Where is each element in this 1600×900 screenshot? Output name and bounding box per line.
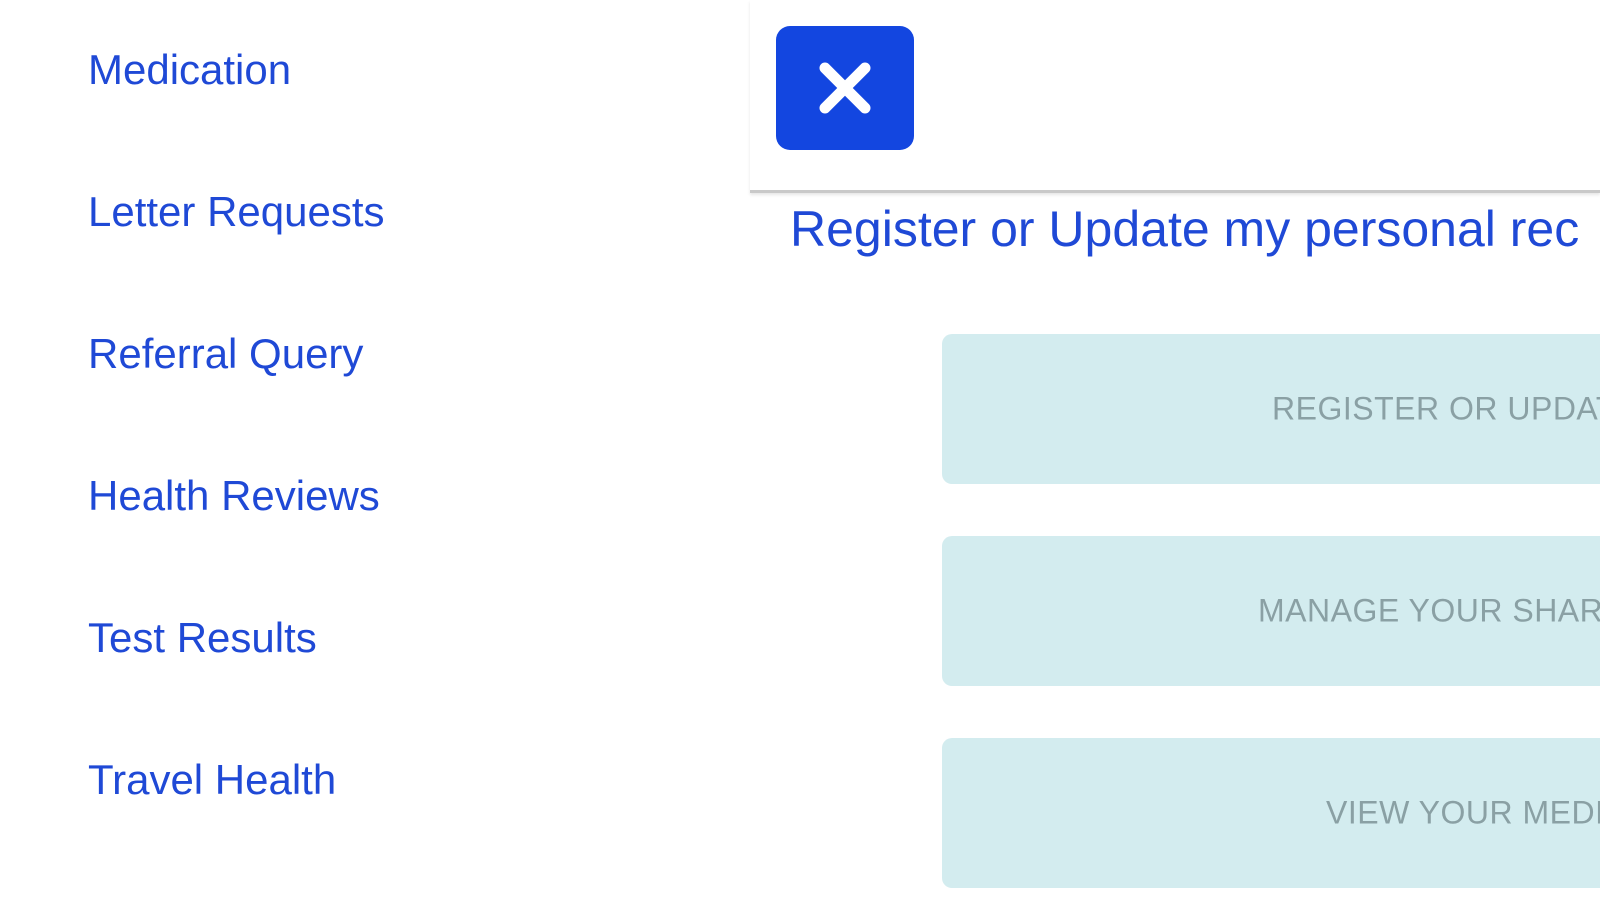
- register-or-update-button[interactable]: REGISTER OR UPDATE: [942, 334, 1600, 484]
- close-button[interactable]: [776, 26, 914, 150]
- close-icon: [817, 60, 873, 116]
- view-medical-record-label: VIEW YOUR MEDIC: [1326, 794, 1600, 831]
- view-medical-record-button[interactable]: VIEW YOUR MEDIC: [942, 738, 1600, 888]
- register-or-update-label: REGISTER OR UPDATE: [1272, 390, 1600, 427]
- menu-item-health-reviews[interactable]: Health Reviews: [88, 466, 380, 526]
- menu-item-medication[interactable]: Medication: [88, 40, 291, 100]
- menu-item-referral-query[interactable]: Referral Query: [88, 324, 363, 384]
- menu-item-test-results[interactable]: Test Results: [88, 608, 317, 668]
- side-menu: Medication Letter Requests Referral Quer…: [0, 0, 740, 900]
- menu-item-letter-requests[interactable]: Letter Requests: [88, 182, 385, 242]
- manage-sharing-label: MANAGE YOUR SHARE: [1258, 592, 1600, 629]
- panel-top-bar: [750, 0, 1600, 193]
- app-screen: Medication Letter Requests Referral Quer…: [0, 0, 1600, 900]
- menu-item-travel-health[interactable]: Travel Health: [88, 750, 336, 810]
- manage-sharing-button[interactable]: MANAGE YOUR SHARE: [942, 536, 1600, 686]
- section-title: Register or Update my personal rec: [790, 201, 1580, 257]
- detail-panel: Register or Update my personal rec REGIS…: [750, 0, 1600, 900]
